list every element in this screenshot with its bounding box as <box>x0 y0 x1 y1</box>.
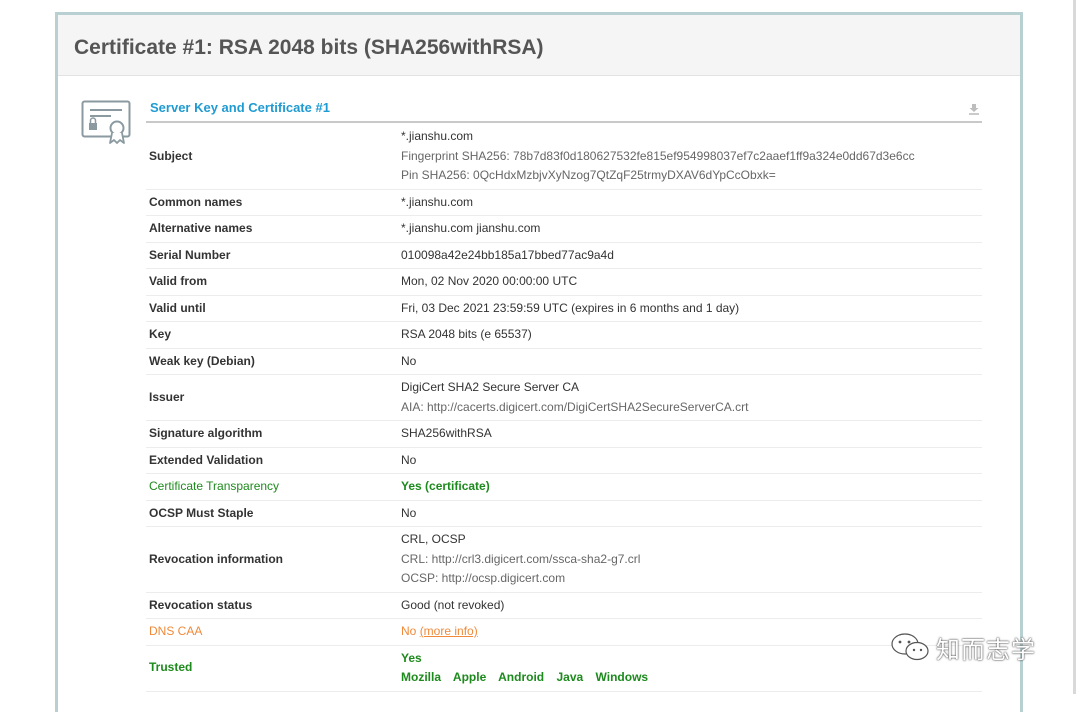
trust-store-java: Java <box>556 670 584 684</box>
row-label: OCSP Must Staple <box>146 500 401 527</box>
table-row: Signature algorithm SHA256withRSA <box>146 420 982 448</box>
issuer-aia: AIA: http://cacerts.digicert.com/DigiCer… <box>401 399 749 414</box>
section-title: Server Key and Certificate #1 <box>150 100 330 115</box>
row-value: Fri, 03 Dec 2021 23:59:59 UTC (expires i… <box>401 295 982 322</box>
row-label: Key <box>146 321 401 349</box>
download-icon[interactable] <box>968 103 980 115</box>
more-info-link[interactable]: (more info) <box>420 624 478 638</box>
row-label: Valid until <box>146 295 401 322</box>
row-value: Mon, 02 Nov 2020 00:00:00 UTC <box>401 268 982 296</box>
row-label: Issuer <box>146 374 401 421</box>
row-label: Extended Validation <box>146 447 401 474</box>
table-row: Serial Number 010098a42e24bb185a17bbed77… <box>146 242 982 269</box>
row-value: DigiCert SHA2 Secure Server CA AIA: http… <box>401 374 982 421</box>
certificate-icon <box>81 100 131 144</box>
trust-store-windows: Windows <box>595 670 649 684</box>
table-row: Certificate Transparency Yes (certificat… <box>146 473 982 501</box>
row-label: DNS CAA <box>146 618 401 646</box>
table-row: Key RSA 2048 bits (e 65537) <box>146 321 982 349</box>
table-row: OCSP Must Staple No <box>146 500 982 527</box>
subject-pin: Pin SHA256: 0QcHdxMzbjvXyNzog7QtZqF25trm… <box>401 168 776 182</box>
row-value: RSA 2048 bits (e 65537) <box>401 321 982 349</box>
row-value: Yes (certificate) <box>401 473 982 501</box>
subject-fingerprint: Fingerprint SHA256: 78b7d83f0d180627532f… <box>401 148 915 163</box>
row-value: *.jianshu.com Fingerprint SHA256: 78b7d8… <box>401 124 982 190</box>
trust-store-android: Android <box>498 670 545 684</box>
row-value: SHA256withRSA <box>401 420 982 448</box>
row-label: Common names <box>146 189 401 216</box>
table-row: Alternative names *.jianshu.com jianshu.… <box>146 215 982 243</box>
revocation-crl: CRL: http://crl3.digicert.com/ssca-sha2-… <box>401 551 641 566</box>
watermark-text: 知而志学 <box>936 636 1036 664</box>
issuer-name: DigiCert SHA2 Secure Server CA <box>401 380 580 394</box>
row-label: Signature algorithm <box>146 420 401 448</box>
table-row: Common names *.jianshu.com <box>146 189 982 216</box>
trust-stores: Mozilla Apple Android Java Windows <box>401 668 982 688</box>
page-title: Certificate #1: RSA 2048 bits (SHA256wit… <box>58 15 1020 76</box>
page-scrollbar[interactable] <box>1073 0 1076 694</box>
row-label: Subject <box>146 124 401 190</box>
table-row: Valid from Mon, 02 Nov 2020 00:00:00 UTC <box>146 268 982 296</box>
row-value: Good (not revoked) <box>401 592 982 619</box>
row-value: No <box>401 500 982 527</box>
row-value: *.jianshu.com <box>401 189 982 216</box>
row-value: *.jianshu.com jianshu.com <box>401 215 982 243</box>
row-label: Certificate Transparency <box>146 473 401 501</box>
trust-store-mozilla: Mozilla <box>401 670 442 684</box>
row-label: Serial Number <box>146 242 401 269</box>
trust-store-apple: Apple <box>452 670 487 684</box>
revocation-methods: CRL, OCSP <box>401 532 466 546</box>
table-row: Trusted Yes Mozilla Apple Android Java W… <box>146 645 982 692</box>
table-row: Valid until Fri, 03 Dec 2021 23:59:59 UT… <box>146 295 982 322</box>
table-row: DNS CAA No (more info) <box>146 618 982 646</box>
subject-name: *.jianshu.com <box>401 129 474 143</box>
row-label: Revocation status <box>146 592 401 619</box>
table-row: Revocation information CRL, OCSP CRL: ht… <box>146 526 982 593</box>
row-label: Trusted <box>146 645 401 692</box>
table-row: Issuer DigiCert SHA2 Secure Server CA AI… <box>146 374 982 421</box>
row-value: CRL, OCSP CRL: http://crl3.digicert.com/… <box>401 526 982 593</box>
watermark: 知而志学 <box>890 630 1036 664</box>
table-row: Weak key (Debian) No <box>146 348 982 375</box>
row-label: Weak key (Debian) <box>146 348 401 375</box>
revocation-ocsp: OCSP: http://ocsp.digicert.com <box>401 571 566 585</box>
certificate-panel: Certificate #1: RSA 2048 bits (SHA256wit… <box>55 12 1023 712</box>
certificate-details-table: Subject *.jianshu.com Fingerprint SHA256… <box>146 124 982 692</box>
section-header: Server Key and Certificate #1 <box>146 98 982 123</box>
table-row: Extended Validation No <box>146 447 982 474</box>
row-value: 010098a42e24bb185a17bbed77ac9a4d <box>401 242 982 269</box>
row-label: Revocation information <box>146 526 401 593</box>
wechat-logo-icon <box>891 633 929 661</box>
row-label: Alternative names <box>146 215 401 243</box>
table-row: Subject *.jianshu.com Fingerprint SHA256… <box>146 124 982 190</box>
row-value: No <box>401 348 982 375</box>
row-label: Valid from <box>146 268 401 296</box>
dns-caa-value: No <box>401 624 417 638</box>
table-row: Revocation status Good (not revoked) <box>146 592 982 619</box>
row-value: No <box>401 447 982 474</box>
